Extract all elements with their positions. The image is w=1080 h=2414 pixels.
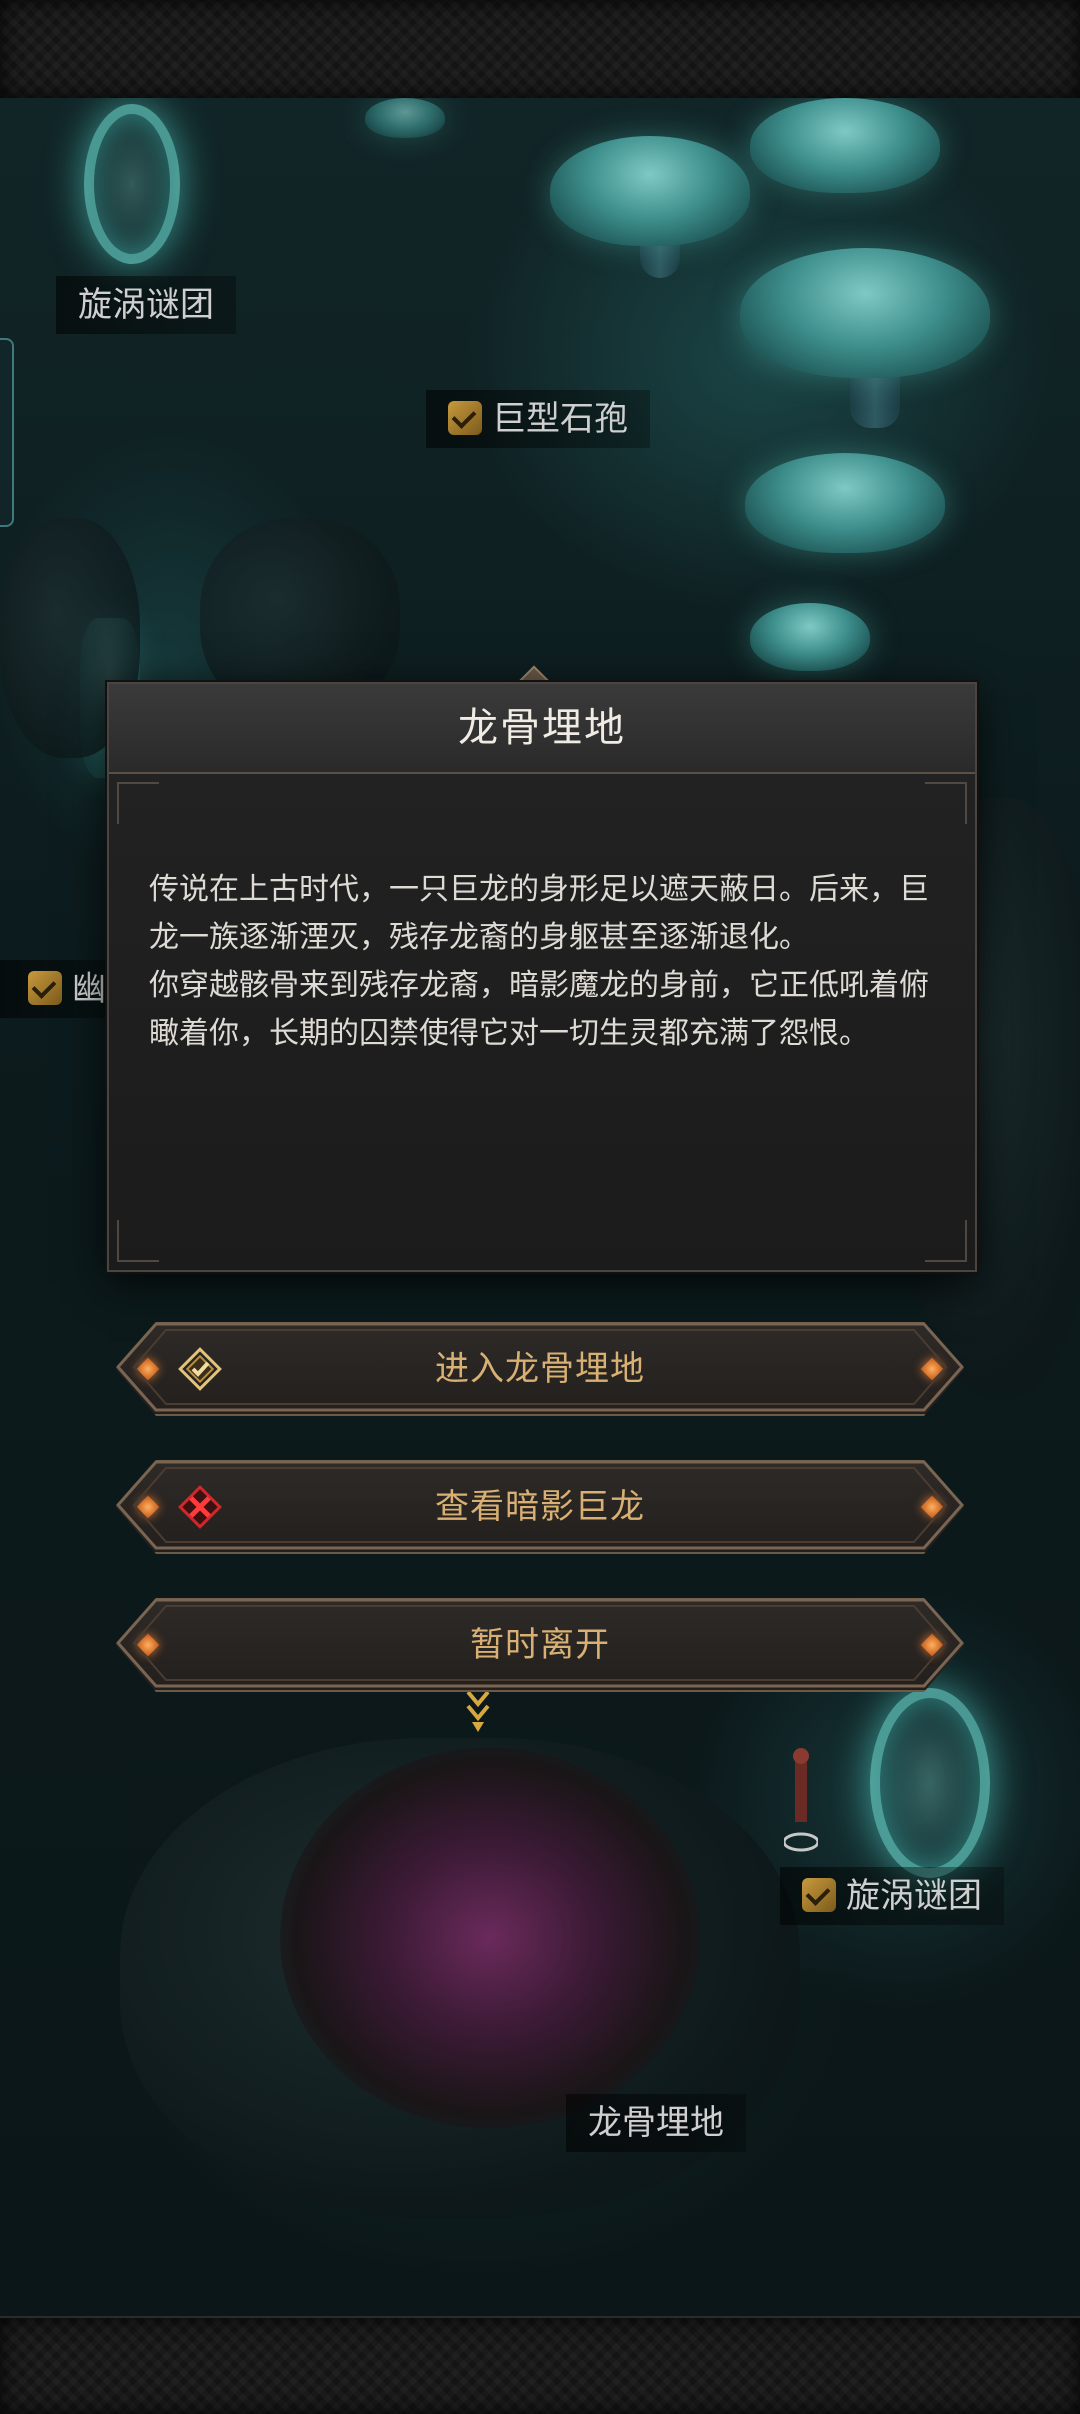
check-icon	[28, 970, 62, 1005]
dialog-title: 龙骨埋地	[109, 684, 975, 774]
map-label-text: 旋涡谜团	[846, 1876, 982, 1916]
map-label-vortex-bottom[interactable]: 旋涡谜团	[780, 1867, 1004, 1925]
dialog-paragraph-2: 你穿越骸骨来到残存龙裔，暗影魔龙的身前，它正低吼着俯瞰着你，长期的囚禁使得它对一…	[149, 968, 929, 1051]
mushroom-2	[750, 98, 940, 193]
enter-dragon-bone-button[interactable]: 进入龙骨埋地	[116, 1322, 964, 1416]
map-label-dragon-bone[interactable]: 龙骨埋地	[566, 2094, 746, 2152]
option-label: 进入龙骨埋地	[435, 1349, 645, 1389]
map-label-text: 巨型石孢	[492, 399, 628, 439]
event-dialog: 龙骨埋地 传说在上古时代，一只巨龙的身形足以遮天蔽日。后来，巨龙一族逐渐湮灭，残…	[107, 682, 977, 1272]
mushroom-1	[550, 136, 750, 246]
map-label-text: 幽	[72, 969, 106, 1009]
map-label-text: 旋涡谜团	[78, 285, 214, 325]
map-label-partial-left[interactable]: 幽	[0, 960, 120, 1018]
vortex-portal-top[interactable]	[84, 104, 180, 264]
bottom-frame-border	[0, 2316, 1080, 2414]
map-label-vortex-top[interactable]: 旋涡谜团	[56, 276, 236, 334]
check-icon	[448, 400, 482, 435]
check-icon	[802, 1877, 836, 1912]
mushroom-3	[740, 248, 990, 378]
side-panel-tab[interactable]	[0, 338, 14, 527]
top-frame-border	[0, 0, 1080, 100]
option-label: 查看暗影巨龙	[435, 1487, 645, 1527]
chevron-down-icon	[466, 1690, 490, 1732]
map-label-giant-spore[interactable]: 巨型石孢	[426, 390, 650, 448]
option-label: 暂时离开	[470, 1625, 610, 1665]
dialog-description: 传说在上古时代，一只巨龙的身形足以遮天蔽日。后来，巨龙一族逐渐湮灭，残存龙裔的身…	[149, 866, 939, 1058]
vortex-portal-bottom[interactable]	[870, 1688, 990, 1878]
map-label-text: 龙骨埋地	[588, 2103, 724, 2143]
mushroom-5	[750, 603, 870, 671]
mushroom-4	[745, 453, 945, 553]
shadow-dragon-sprite[interactable]	[280, 1748, 700, 2128]
npc-figure[interactable]	[784, 1742, 818, 1852]
leave-button[interactable]: 暂时离开	[116, 1598, 964, 1692]
dialog-paragraph-1: 传说在上古时代，一只巨龙的身形足以遮天蔽日。后来，巨龙一族逐渐湮灭，残存龙裔的身…	[149, 872, 929, 955]
view-shadow-dragon-button[interactable]: 查看暗影巨龙	[116, 1460, 964, 1554]
